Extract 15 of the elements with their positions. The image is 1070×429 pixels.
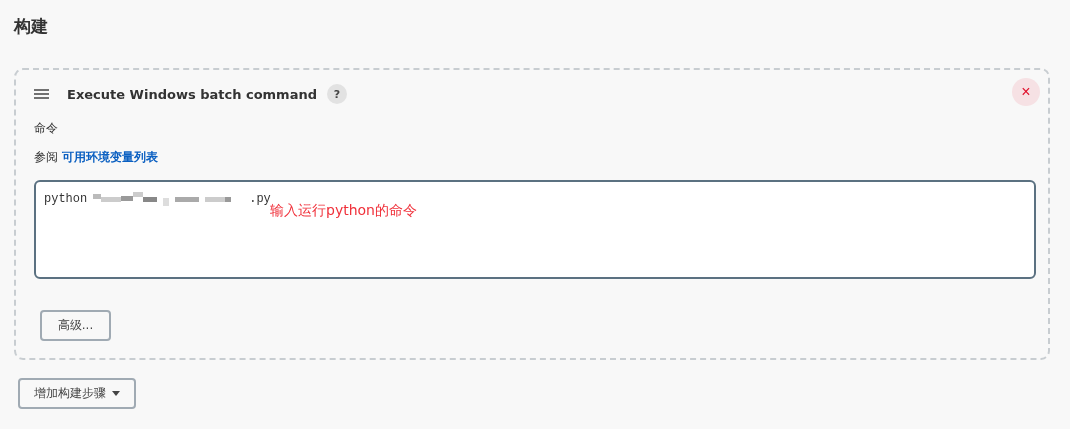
see-also-text: 参阅 xyxy=(34,149,58,166)
add-build-step-button[interactable]: 增加构建步骤 xyxy=(18,378,136,409)
close-button[interactable]: × xyxy=(1012,78,1040,106)
section-title: 构建 xyxy=(14,15,49,38)
command-field[interactable]: python .py 输入运行python的命令 xyxy=(34,180,1036,279)
help-button[interactable]: ? xyxy=(327,84,347,104)
command-text: python xyxy=(44,192,88,206)
step-title: Execute Windows batch command xyxy=(67,86,317,102)
caret-icon xyxy=(112,391,120,396)
annotation-text: 输入运行python的命令 xyxy=(270,202,417,220)
environment-variables-link[interactable]: 可用环境变量列表 xyxy=(62,149,158,166)
field-label: 命令 xyxy=(34,120,59,137)
advanced-button[interactable]: 高级... xyxy=(40,310,111,341)
drag-handle-icon[interactable] xyxy=(34,89,49,99)
command-text: .py xyxy=(249,192,271,206)
